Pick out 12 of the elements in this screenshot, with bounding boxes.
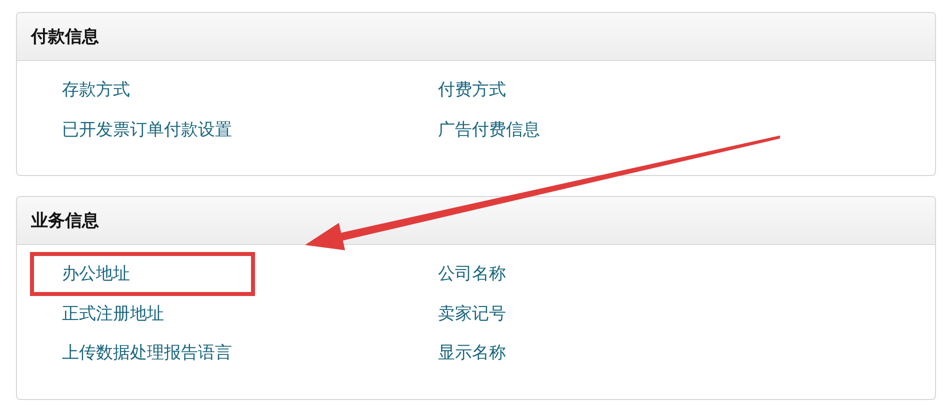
settings-link[interactable]: 卖家记号 [438,302,506,325]
section-title: 付款信息 [31,26,99,48]
settings-link[interactable]: 广告付费信息 [438,118,540,141]
settings-link[interactable]: 已开发票订单付款设置 [62,118,232,141]
settings-link[interactable]: 存款方式 [62,78,130,102]
settings-link[interactable]: 上传数据处理报告语言 [62,341,232,364]
settings-link[interactable]: 公司名称 [438,262,506,286]
settings-link[interactable]: 正式注册地址 [62,302,164,325]
settings-link[interactable]: 显示名称 [438,341,506,364]
settings-link[interactable]: 办公地址 [62,262,130,286]
settings-link[interactable]: 付费方式 [438,78,506,102]
section-title: 业务信息 [31,210,99,232]
